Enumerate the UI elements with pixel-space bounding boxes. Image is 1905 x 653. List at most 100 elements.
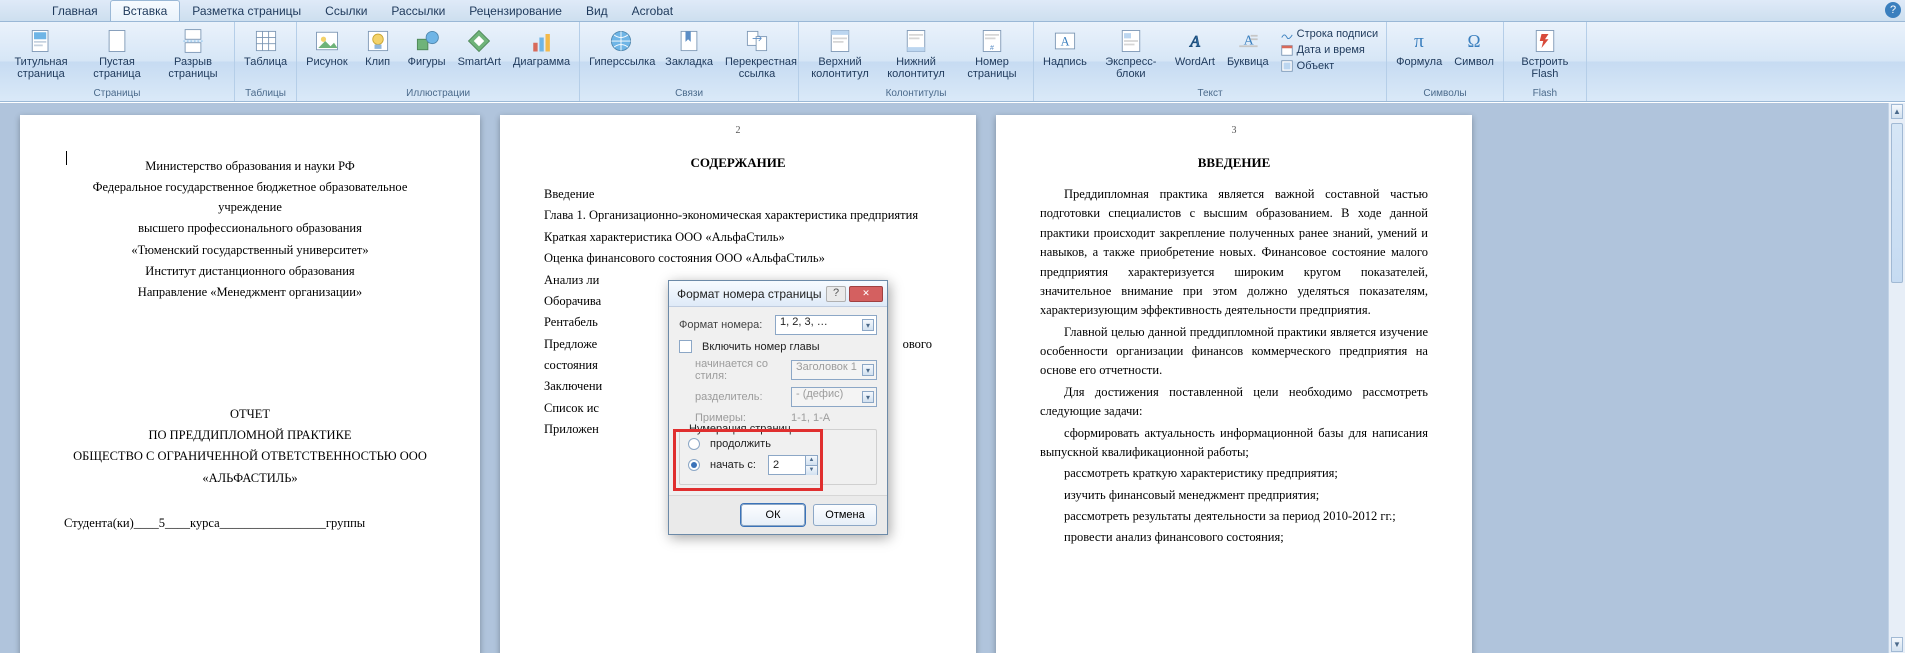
object-icon bbox=[1280, 59, 1294, 73]
clip-art-icon bbox=[364, 27, 392, 55]
smartart-button[interactable]: SmartArt bbox=[453, 24, 506, 71]
dialog-help-button[interactable]: ? bbox=[826, 286, 846, 302]
footer-icon bbox=[902, 27, 930, 55]
signature-line-button[interactable]: Строка подписи bbox=[1280, 26, 1378, 42]
doc-paragraph: Главной целью данной преддипломной практ… bbox=[1040, 323, 1428, 381]
tab-view[interactable]: Вид bbox=[574, 1, 620, 21]
document-area[interactable]: Министерство образования и науки РФ Феде… bbox=[0, 103, 1905, 653]
start-at-spinner[interactable]: 2 ▲▼ bbox=[768, 455, 818, 475]
object-button[interactable]: Объект bbox=[1280, 58, 1378, 74]
dialog-titlebar[interactable]: Формат номера страницы ? ✕ bbox=[669, 281, 887, 307]
dropcap-icon: A bbox=[1234, 27, 1262, 55]
wordart-icon: A bbox=[1181, 27, 1209, 55]
textbox-icon: A bbox=[1051, 27, 1079, 55]
dialog-close-button[interactable]: ✕ bbox=[849, 286, 883, 302]
cross-reference-button[interactable]: Перекрестная ссылка bbox=[720, 24, 794, 83]
chart-icon bbox=[528, 27, 556, 55]
continue-radio[interactable] bbox=[688, 438, 700, 450]
doc-line: Министерство образования и науки РФ bbox=[64, 157, 436, 176]
doc-line: «Тюменский государственный университет» bbox=[64, 241, 436, 260]
scroll-up-icon[interactable]: ▲ bbox=[1891, 104, 1903, 119]
quick-parts-button[interactable]: Экспресс-блоки bbox=[1094, 24, 1168, 83]
doc-bullet: рассмотреть краткую характеристику предп… bbox=[1040, 464, 1428, 483]
tab-acrobat[interactable]: Acrobat bbox=[620, 1, 685, 21]
embed-flash-button[interactable]: Встроить Flash bbox=[1508, 24, 1582, 83]
smartart-icon bbox=[465, 27, 493, 55]
symbol-icon: Ω bbox=[1460, 27, 1488, 55]
clip-art-button[interactable]: Клип bbox=[355, 24, 401, 71]
scrollbar-thumb[interactable] bbox=[1891, 123, 1903, 283]
blank-page-button[interactable]: Пустая страница bbox=[80, 24, 154, 83]
chapter-style-select: Заголовок 1 ▾ bbox=[791, 360, 877, 380]
cover-page-button[interactable]: Титульная страница bbox=[4, 24, 78, 83]
picture-button[interactable]: Рисунок bbox=[301, 24, 353, 71]
page-1[interactable]: Министерство образования и науки РФ Феде… bbox=[20, 115, 480, 653]
continue-label: продолжить bbox=[710, 438, 771, 450]
start-style-label: начинается со стиля: bbox=[695, 358, 785, 382]
page-break-button[interactable]: Разрыв страницы bbox=[156, 24, 230, 83]
ok-button[interactable]: ОК bbox=[741, 504, 805, 526]
hyperlink-icon bbox=[607, 27, 635, 55]
dropcap-button[interactable]: AБуквица bbox=[1222, 24, 1274, 71]
spinner-up-icon[interactable]: ▲ bbox=[805, 456, 817, 466]
page-number-label: 2 bbox=[736, 125, 741, 136]
equation-button[interactable]: πФормула bbox=[1391, 24, 1447, 71]
table-icon bbox=[252, 27, 280, 55]
page-title: ВВЕДЕНИЕ bbox=[1040, 155, 1428, 171]
picture-icon bbox=[313, 27, 341, 55]
examples-value: 1-1, 1-A bbox=[791, 412, 830, 424]
toc-item: Введение bbox=[544, 185, 932, 204]
tab-review[interactable]: Рецензирование bbox=[457, 1, 574, 21]
dialog-title-text: Формат номера страницы bbox=[677, 287, 822, 301]
spinner-down-icon[interactable]: ▼ bbox=[805, 466, 817, 475]
svg-text:π: π bbox=[1414, 31, 1424, 52]
scroll-down-icon[interactable]: ▼ bbox=[1891, 637, 1903, 652]
start-at-radio[interactable] bbox=[688, 459, 700, 471]
doc-line: «АЛЬФАСТИЛЬ» bbox=[64, 469, 436, 488]
group-symbols-label: Символы bbox=[1391, 87, 1499, 100]
cancel-button[interactable]: Отмена bbox=[813, 504, 877, 526]
chevron-down-icon: ▾ bbox=[862, 364, 874, 376]
chart-button[interactable]: Диаграмма bbox=[508, 24, 575, 71]
page-number-button[interactable]: #Номер страницы bbox=[955, 24, 1029, 83]
footer-button[interactable]: Нижний колонтитул bbox=[879, 24, 953, 83]
date-time-button[interactable]: Дата и время bbox=[1280, 42, 1378, 58]
textbox-button[interactable]: AНадпись bbox=[1038, 24, 1092, 71]
help-icon[interactable]: ? bbox=[1885, 2, 1901, 18]
vertical-scrollbar[interactable]: ▲ ▼ bbox=[1888, 103, 1905, 653]
flash-icon bbox=[1531, 27, 1559, 55]
page-title: СОДЕРЖАНИЕ bbox=[544, 155, 932, 171]
doc-line: ОБЩЕСТВО С ОГРАНИЧЕННОЙ ОТВЕТСТВЕННОСТЬЮ… bbox=[64, 447, 436, 466]
bookmark-button[interactable]: Закладка bbox=[660, 24, 718, 71]
include-chapter-label: Включить номер главы bbox=[702, 341, 820, 353]
header-icon bbox=[826, 27, 854, 55]
chevron-down-icon: ▾ bbox=[862, 319, 874, 331]
calendar-icon bbox=[1280, 43, 1294, 57]
svg-text:Ω: Ω bbox=[1468, 31, 1481, 51]
signature-icon bbox=[1280, 27, 1294, 41]
doc-bullet: провести анализ финансового состояния; bbox=[1040, 528, 1428, 547]
quick-parts-icon bbox=[1117, 27, 1145, 55]
svg-text:A: A bbox=[1060, 34, 1069, 48]
number-format-select[interactable]: 1, 2, 3, … ▾ bbox=[775, 315, 877, 335]
wordart-button[interactable]: AWordArt bbox=[1170, 24, 1220, 71]
cross-reference-icon bbox=[743, 27, 771, 55]
doc-line: высшего профессионального образования bbox=[64, 219, 436, 238]
tab-mailings[interactable]: Рассылки bbox=[379, 1, 457, 21]
ribbon: Титульная страница Пустая страница Разры… bbox=[0, 22, 1905, 102]
page-number-icon: # bbox=[978, 27, 1006, 55]
tab-page-layout[interactable]: Разметка страницы bbox=[180, 1, 313, 21]
symbol-button[interactable]: ΩСимвол bbox=[1449, 24, 1499, 71]
tab-home[interactable]: Главная bbox=[40, 1, 110, 21]
toc-item: Глава 1. Организационно-экономическая ха… bbox=[544, 206, 932, 225]
svg-text:#: # bbox=[990, 45, 994, 52]
shapes-button[interactable]: Фигуры bbox=[403, 24, 451, 71]
header-button[interactable]: Верхний колонтитул bbox=[803, 24, 877, 83]
tab-insert[interactable]: Вставка bbox=[110, 0, 181, 21]
include-chapter-checkbox[interactable] bbox=[679, 340, 692, 353]
tab-references[interactable]: Ссылки bbox=[313, 1, 379, 21]
chevron-down-icon: ▾ bbox=[862, 391, 874, 403]
hyperlink-button[interactable]: Гиперссылка bbox=[584, 24, 658, 71]
table-button[interactable]: Таблица bbox=[239, 24, 292, 71]
page-3[interactable]: 3 ВВЕДЕНИЕ Преддипломная практика являет… bbox=[996, 115, 1472, 653]
